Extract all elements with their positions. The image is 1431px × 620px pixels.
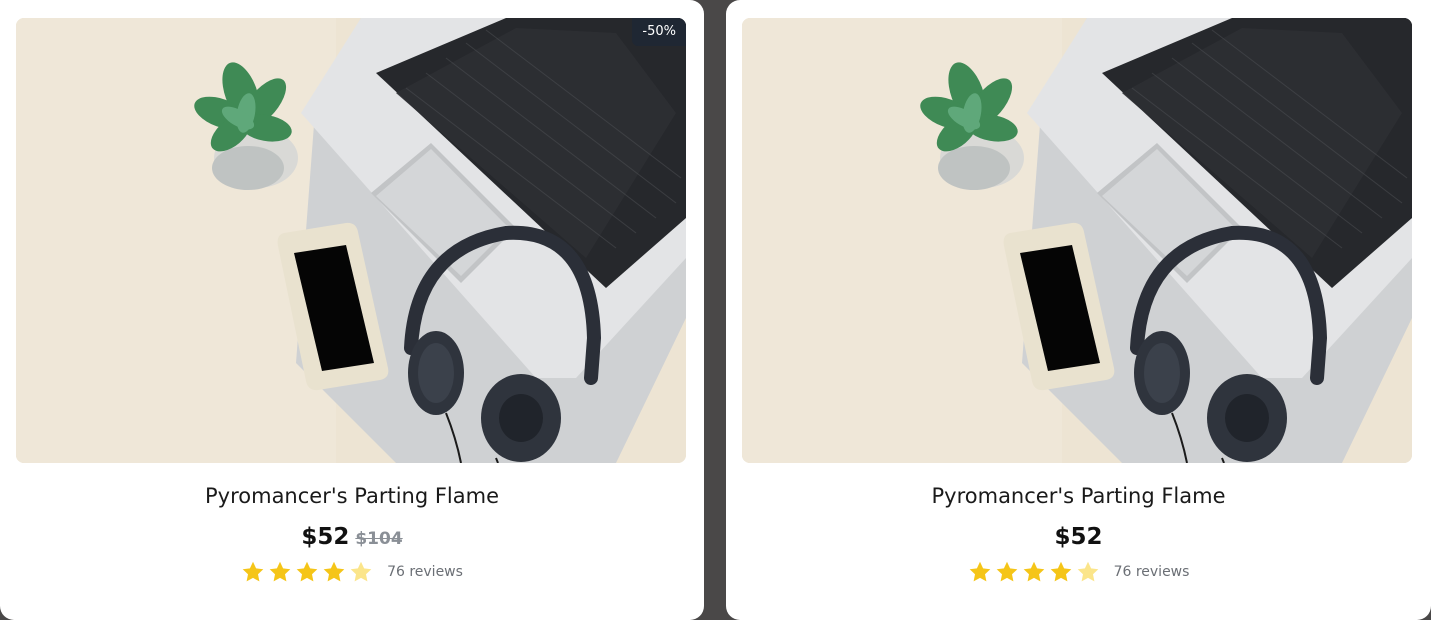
rating-row: 76 reviews bbox=[726, 560, 1431, 584]
star-full-icon bbox=[968, 560, 992, 584]
star-half-icon bbox=[1076, 560, 1100, 584]
star-full-icon bbox=[241, 560, 265, 584]
discount-badge: -50% bbox=[632, 18, 686, 46]
product-card[interactable]: Pyromancer's Parting Flame $52 76 review… bbox=[726, 0, 1431, 620]
star-full-icon bbox=[322, 560, 346, 584]
product-card[interactable]: -50% Pyromancer's Parting Flame $52 $104 … bbox=[0, 0, 704, 620]
star-full-icon bbox=[995, 560, 1019, 584]
star-full-icon bbox=[1022, 560, 1046, 584]
product-price: $52 bbox=[1054, 524, 1103, 550]
star-rating bbox=[241, 560, 373, 584]
product-title[interactable]: Pyromancer's Parting Flame bbox=[0, 483, 704, 509]
star-full-icon bbox=[295, 560, 319, 584]
star-rating bbox=[968, 560, 1100, 584]
product-price: $52 bbox=[301, 524, 350, 550]
star-half-icon bbox=[349, 560, 373, 584]
price-row: $52 $104 bbox=[0, 522, 704, 554]
rating-row: 76 reviews bbox=[0, 560, 704, 584]
price-row: $52 bbox=[726, 522, 1431, 554]
star-full-icon bbox=[1049, 560, 1073, 584]
product-image[interactable]: -50% bbox=[16, 18, 686, 463]
original-price: $104 bbox=[355, 529, 403, 549]
review-count[interactable]: 76 reviews bbox=[1114, 564, 1190, 580]
product-title[interactable]: Pyromancer's Parting Flame bbox=[726, 483, 1431, 509]
star-full-icon bbox=[268, 560, 292, 584]
product-image[interactable] bbox=[742, 18, 1412, 463]
review-count[interactable]: 76 reviews bbox=[387, 564, 463, 580]
